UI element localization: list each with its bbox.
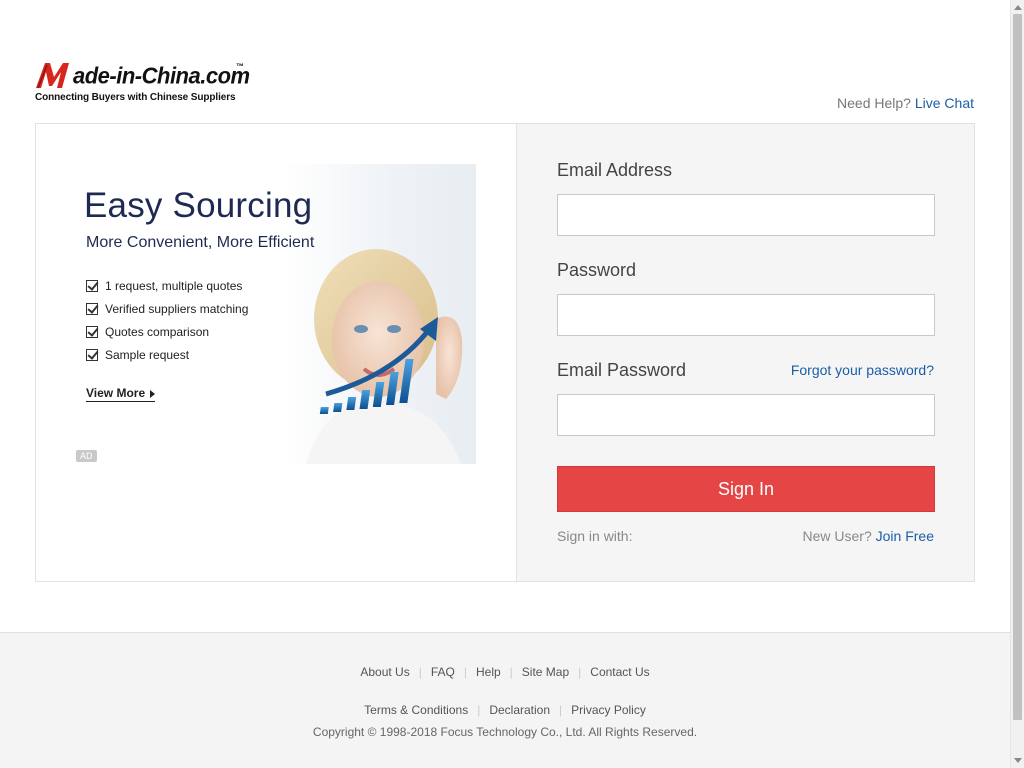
ad-panel: Easy Sourcing More Convenient, More Effi… xyxy=(36,124,517,581)
logo-trademark: ™ xyxy=(236,62,244,71)
banner-bullet-list: 1 request, multiple quotes Verified supp… xyxy=(86,274,248,366)
bullet-text: Verified suppliers matching xyxy=(105,301,249,316)
ad-badge: AD xyxy=(76,450,97,462)
logo-mark: ade-in-China.com xyxy=(35,60,250,90)
woman-with-chart-illustration xyxy=(306,249,463,464)
view-more-link[interactable]: View More xyxy=(86,386,156,402)
checkbox-icon xyxy=(86,325,98,338)
banner-subtitle: More Convenient, More Efficient xyxy=(86,234,315,251)
logo-wordmark: ade-in-China.com xyxy=(73,62,250,89)
checkbox-icon xyxy=(86,348,98,361)
easy-sourcing-banner[interactable]: Easy Sourcing More Convenient, More Effi… xyxy=(76,164,476,464)
footer-link-help[interactable]: Help xyxy=(476,665,501,679)
sign-in-with-label: Sign in with: xyxy=(557,528,633,544)
scroll-up-arrow-icon[interactable] xyxy=(1014,5,1022,10)
bullet-text: 1 request, multiple quotes xyxy=(105,278,243,293)
banner-bullet: 1 request, multiple quotes xyxy=(86,274,248,297)
copyright: Copyright © 1998-2018 Focus Technology C… xyxy=(312,725,698,739)
signin-form-panel: Email Address Password Email Password Fo… xyxy=(517,124,974,581)
need-help: Need Help? Live Chat xyxy=(837,95,974,111)
login-container: Easy Sourcing More Convenient, More Effi… xyxy=(35,123,975,582)
footer-link-privacy[interactable]: Privacy Policy xyxy=(571,703,646,717)
forgot-password-link[interactable]: Forgot your password? xyxy=(791,362,934,378)
site-logo[interactable]: ade-in-China.com ™ Connecting Buyers wit… xyxy=(35,60,250,106)
scroll-down-arrow-icon[interactable] xyxy=(1014,758,1022,763)
sign-in-button[interactable]: Sign In xyxy=(557,466,935,512)
need-help-label: Need Help? xyxy=(837,95,911,111)
bullet-text: Quotes comparison xyxy=(105,324,210,339)
banner-bullet: Quotes comparison xyxy=(86,320,248,343)
password-label: Password xyxy=(557,260,637,280)
footer-link-site-map[interactable]: Site Map xyxy=(522,665,569,679)
caret-right-icon xyxy=(150,389,156,398)
footer-link-contact-us[interactable]: Contact Us xyxy=(590,665,649,679)
footer-link-faq[interactable]: FAQ xyxy=(431,665,455,679)
email-input[interactable] xyxy=(557,194,935,236)
banner-bullet: Sample request xyxy=(86,343,248,366)
footer-link-terms[interactable]: Terms & Conditions xyxy=(364,703,468,717)
footer-link-declaration[interactable]: Declaration xyxy=(489,703,550,717)
scrollbar-thumb[interactable] xyxy=(1013,14,1022,720)
vertical-scrollbar[interactable] xyxy=(1010,0,1024,768)
email-password-input[interactable] xyxy=(557,394,935,436)
footer-links-primary: About Us | FAQ | Help | Site Map | Contact Us xyxy=(360,665,650,679)
footer-links-legal: Terms & Conditions | Declaration | Privacy P… xyxy=(364,703,646,717)
join-free-link[interactable]: Join Free xyxy=(876,528,934,544)
footer-link-about-us[interactable]: About Us xyxy=(360,665,409,679)
bullet-text: Sample request xyxy=(105,347,190,362)
logo-tagline: Connecting Buyers with Chinese Suppliers xyxy=(35,92,236,103)
live-chat-link[interactable]: Live Chat xyxy=(915,95,974,111)
banner-title: Easy Sourcing xyxy=(84,186,313,225)
checkbox-icon xyxy=(86,279,98,292)
page: ade-in-China.com ™ Connecting Buyers wit… xyxy=(0,0,1010,768)
footer: About Us | FAQ | Help | Site Map | Contact Us Te… xyxy=(0,632,1010,768)
new-user: New User? Join Free xyxy=(803,528,935,544)
banner-bullet: Verified suppliers matching xyxy=(86,297,248,320)
email-password-label: Email Password xyxy=(557,360,687,380)
email-label: Email Address xyxy=(557,160,673,180)
password-input[interactable] xyxy=(557,294,935,336)
new-user-label: New User? xyxy=(802,528,872,544)
checkbox-icon xyxy=(86,302,98,315)
logo-m-icon xyxy=(36,63,69,89)
